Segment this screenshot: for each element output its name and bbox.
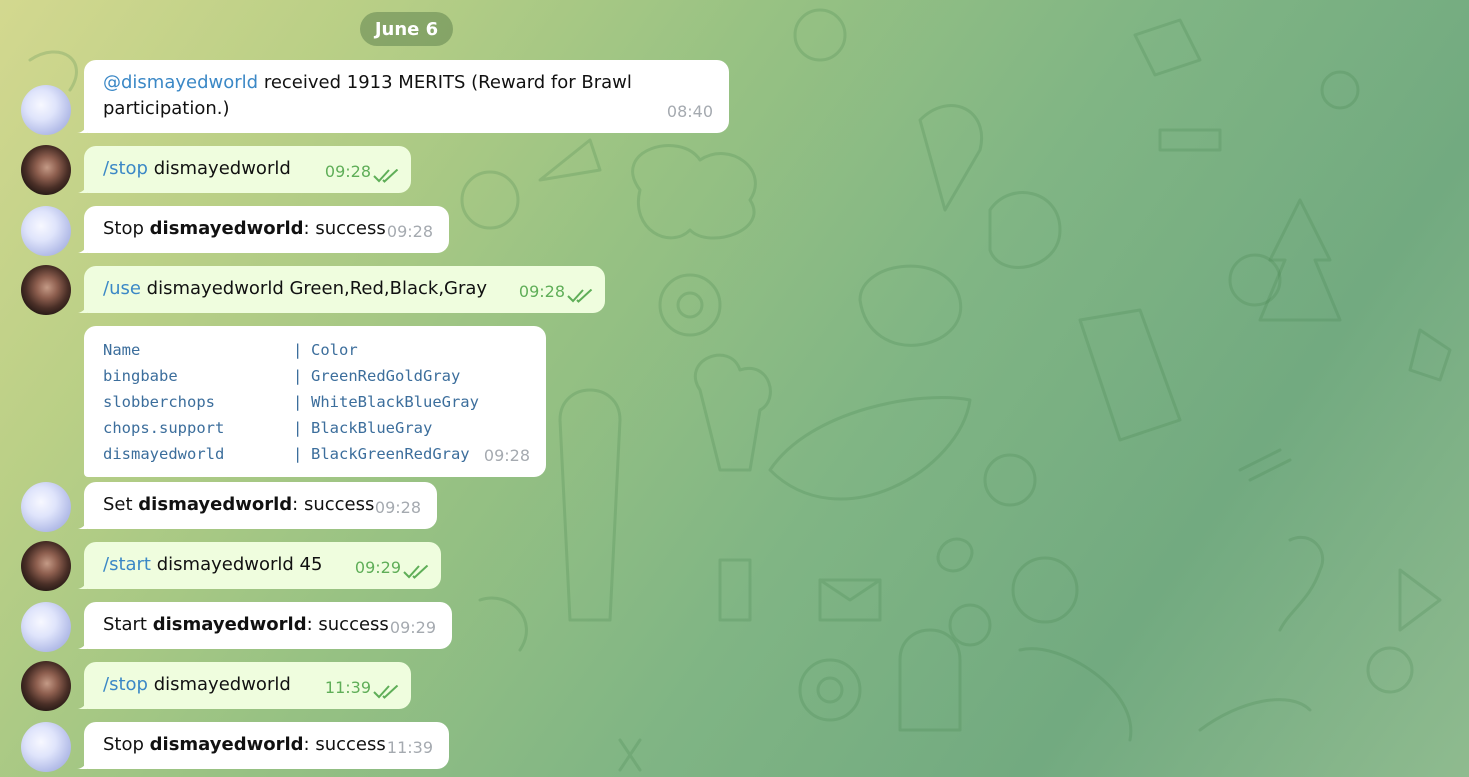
- bubble-tail: [77, 183, 87, 193]
- message-table[interactable]: Name | Color bingbabe | GreenRedGoldGray…: [84, 326, 546, 477]
- double-check-icon: [567, 289, 593, 303]
- status-prefix: Start: [103, 614, 147, 635]
- command-link[interactable]: /stop: [103, 158, 148, 179]
- message-command[interactable]: /stop dismayedworld 11:39: [77, 662, 411, 709]
- command-arg: dismayedworld Green,Red,Black,Gray: [146, 278, 488, 299]
- bubble-tail: [77, 243, 87, 253]
- message-time: 08:40: [666, 102, 713, 121]
- table-cell-name: slobberchops: [103, 393, 215, 411]
- command-arg: dismayedworld 45: [156, 554, 323, 575]
- message-text: Stop dismayedworld: success: [103, 732, 431, 758]
- table-cell-color: GreenRedGoldGray: [311, 367, 461, 385]
- table-row: bingbabe | GreenRedGoldGray: [103, 363, 528, 389]
- message-text: Stop dismayedworld: success: [103, 216, 431, 242]
- bot-avatar[interactable]: [21, 602, 71, 652]
- command-link[interactable]: /start: [103, 554, 151, 575]
- command-arg: dismayedworld: [153, 158, 291, 179]
- message-time: 11:39: [386, 738, 433, 757]
- command-link[interactable]: /use: [103, 278, 141, 299]
- message-status[interactable]: Stop dismayedworld: success 11:39: [77, 722, 449, 769]
- message-time: 09:28: [518, 282, 565, 301]
- status-prefix: Stop: [103, 734, 144, 755]
- bubble-tail: [77, 519, 87, 529]
- double-check-icon: [373, 685, 399, 699]
- message-text: @dismayedworld received 1913 MERITS (Rew…: [103, 70, 711, 122]
- table-cell-name: dismayedworld: [103, 445, 225, 463]
- message-text-part: participation.): [103, 98, 230, 119]
- table-cell-name: bingbabe: [103, 367, 178, 385]
- mention-link[interactable]: @dismayedworld: [103, 72, 258, 93]
- table-header: Name: [103, 341, 141, 359]
- message-time: 11:39: [324, 678, 371, 697]
- message-time: 09:29: [354, 558, 401, 577]
- bubble-tail: [77, 123, 87, 133]
- bot-avatar[interactable]: [21, 722, 71, 772]
- bot-avatar[interactable]: [21, 482, 71, 532]
- message-status[interactable]: Stop dismayedworld: success 09:28: [77, 206, 449, 253]
- status-prefix: Stop: [103, 218, 144, 239]
- message-reward[interactable]: @dismayedworld received 1913 MERITS (Rew…: [77, 60, 729, 133]
- table-header-row: Name | Color: [103, 337, 528, 363]
- status-name: dismayedworld: [138, 494, 293, 515]
- message-text-part: received 1913 MERITS (Reward for Brawl: [263, 72, 632, 93]
- table-separator: |: [293, 367, 303, 385]
- status-suffix: : success: [306, 614, 389, 635]
- date-separator: June 6: [360, 12, 453, 46]
- message-time: 09:29: [389, 618, 436, 637]
- message-time: 09:28: [386, 222, 433, 241]
- double-check-icon: [403, 565, 429, 579]
- table-separator: |: [293, 445, 303, 463]
- table-cell-color: BlackBlueGray: [311, 419, 433, 437]
- command-link[interactable]: /stop: [103, 674, 148, 695]
- status-prefix: Set: [103, 494, 133, 515]
- bot-avatar[interactable]: [21, 85, 71, 135]
- message-command[interactable]: /stop dismayedworld 09:28: [77, 146, 411, 193]
- table-row: dismayedworld | BlackGreenRedGray: [103, 441, 528, 467]
- table-cell-name: chops.support: [103, 419, 225, 437]
- message-status[interactable]: Start dismayedworld: success 09:29: [77, 602, 452, 649]
- message-time: 09:28: [374, 498, 421, 517]
- message-text: Set dismayedworld: success: [103, 492, 419, 518]
- message-command[interactable]: /use dismayedworld Green,Red,Black,Gray …: [77, 266, 605, 313]
- bubble-tail: [77, 579, 87, 589]
- status-suffix: : success: [303, 734, 386, 755]
- bot-avatar[interactable]: [21, 206, 71, 256]
- table-cell-color: WhiteBlackBlueGray: [311, 393, 479, 411]
- command-arg: dismayedworld: [153, 674, 291, 695]
- table-separator: |: [293, 419, 303, 437]
- monospace-table: Name | Color bingbabe | GreenRedGoldGray…: [103, 337, 528, 467]
- double-check-icon: [373, 169, 399, 183]
- table-separator: |: [293, 393, 303, 411]
- table-row: slobberchops | WhiteBlackBlueGray: [103, 389, 528, 415]
- table-separator: |: [293, 341, 303, 359]
- user-avatar[interactable]: [21, 265, 71, 315]
- status-suffix: : success: [292, 494, 375, 515]
- table-header: Color: [311, 341, 358, 359]
- message-time: 09:28: [324, 162, 371, 181]
- user-avatar[interactable]: [21, 661, 71, 711]
- status-name: dismayedworld: [152, 614, 307, 635]
- status-suffix: : success: [303, 218, 386, 239]
- message-text: /use dismayedworld Green,Red,Black,Gray: [103, 276, 587, 302]
- message-time: 09:28: [483, 446, 530, 465]
- message-command[interactable]: /start dismayedworld 45 09:29: [77, 542, 441, 589]
- message-text: Start dismayedworld: success: [103, 612, 434, 638]
- status-name: dismayedworld: [149, 218, 304, 239]
- table-cell-color: BlackGreenRedGray: [311, 445, 470, 463]
- bubble-tail: [77, 759, 87, 769]
- bubble-tail: [77, 699, 87, 709]
- user-avatar[interactable]: [21, 145, 71, 195]
- bubble-tail: [77, 639, 87, 649]
- bubble-tail: [77, 303, 87, 313]
- user-avatar[interactable]: [21, 541, 71, 591]
- status-name: dismayedworld: [149, 734, 304, 755]
- table-row: chops.support | BlackBlueGray: [103, 415, 528, 441]
- message-status[interactable]: Set dismayedworld: success 09:28: [77, 482, 437, 529]
